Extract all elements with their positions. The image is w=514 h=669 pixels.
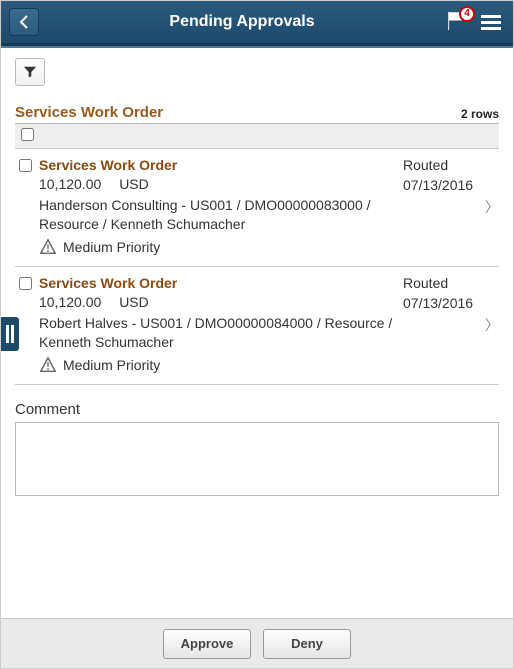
filter-icon — [23, 65, 37, 79]
side-panel-toggle[interactable] — [1, 317, 19, 351]
deny-button[interactable]: Deny — [263, 629, 351, 659]
comment-label: Comment — [15, 401, 499, 418]
item-amount: 10,120.00 — [39, 294, 101, 310]
comment-textarea[interactable] — [15, 422, 499, 496]
menu-button[interactable] — [477, 8, 505, 37]
warning-icon — [39, 238, 57, 256]
back-button[interactable] — [9, 8, 39, 36]
item-amount-row: 10,120.00 USD — [39, 176, 403, 192]
action-footer: Approve Deny — [1, 618, 513, 668]
item-status: Routed — [403, 157, 495, 173]
main-content: Services Work Order 2 rows Services Work… — [1, 48, 513, 618]
item-currency: USD — [119, 176, 149, 192]
item-title: Services Work Order — [39, 157, 403, 173]
select-all-checkbox[interactable] — [21, 128, 34, 141]
notification-badge: 4 — [459, 6, 475, 22]
chevron-right-icon: 〉 — [485, 315, 499, 335]
page-title: Pending Approvals — [39, 13, 445, 31]
list-item[interactable]: Services Work Order 10,120.00 USD Hander… — [15, 149, 499, 267]
warning-icon — [39, 356, 57, 374]
item-status: Routed — [403, 275, 495, 291]
item-priority: Medium Priority — [63, 357, 160, 373]
item-amount: 10,120.00 — [39, 176, 101, 192]
item-checkbox[interactable] — [19, 277, 32, 290]
chevron-right-icon: 〉 — [485, 197, 499, 217]
item-date: 07/13/2016 — [403, 177, 495, 193]
list-item[interactable]: Services Work Order 10,120.00 USD Robert… — [15, 267, 499, 385]
notifications-button[interactable]: 4 — [445, 10, 467, 35]
section-header: Services Work Order 2 rows — [15, 104, 499, 124]
filter-button[interactable] — [15, 58, 45, 86]
chevron-left-icon — [18, 15, 30, 29]
item-priority-row: Medium Priority — [39, 238, 403, 256]
app-header: Pending Approvals 4 — [1, 1, 513, 43]
item-description: Robert Halves - US001 / DMO00000084000 /… — [39, 314, 403, 352]
item-checkbox[interactable] — [19, 159, 32, 172]
item-currency: USD — [119, 294, 149, 310]
item-date: 07/13/2016 — [403, 295, 495, 311]
approve-button[interactable]: Approve — [163, 629, 251, 659]
row-count: 2 rows — [461, 107, 499, 121]
item-priority-row: Medium Priority — [39, 356, 403, 374]
section-title: Services Work Order — [15, 104, 163, 121]
item-description: Handerson Consulting - US001 / DMO000000… — [39, 196, 403, 234]
select-all-row — [15, 124, 499, 149]
item-amount-row: 10,120.00 USD — [39, 294, 403, 310]
item-priority: Medium Priority — [63, 239, 160, 255]
item-title: Services Work Order — [39, 275, 403, 291]
